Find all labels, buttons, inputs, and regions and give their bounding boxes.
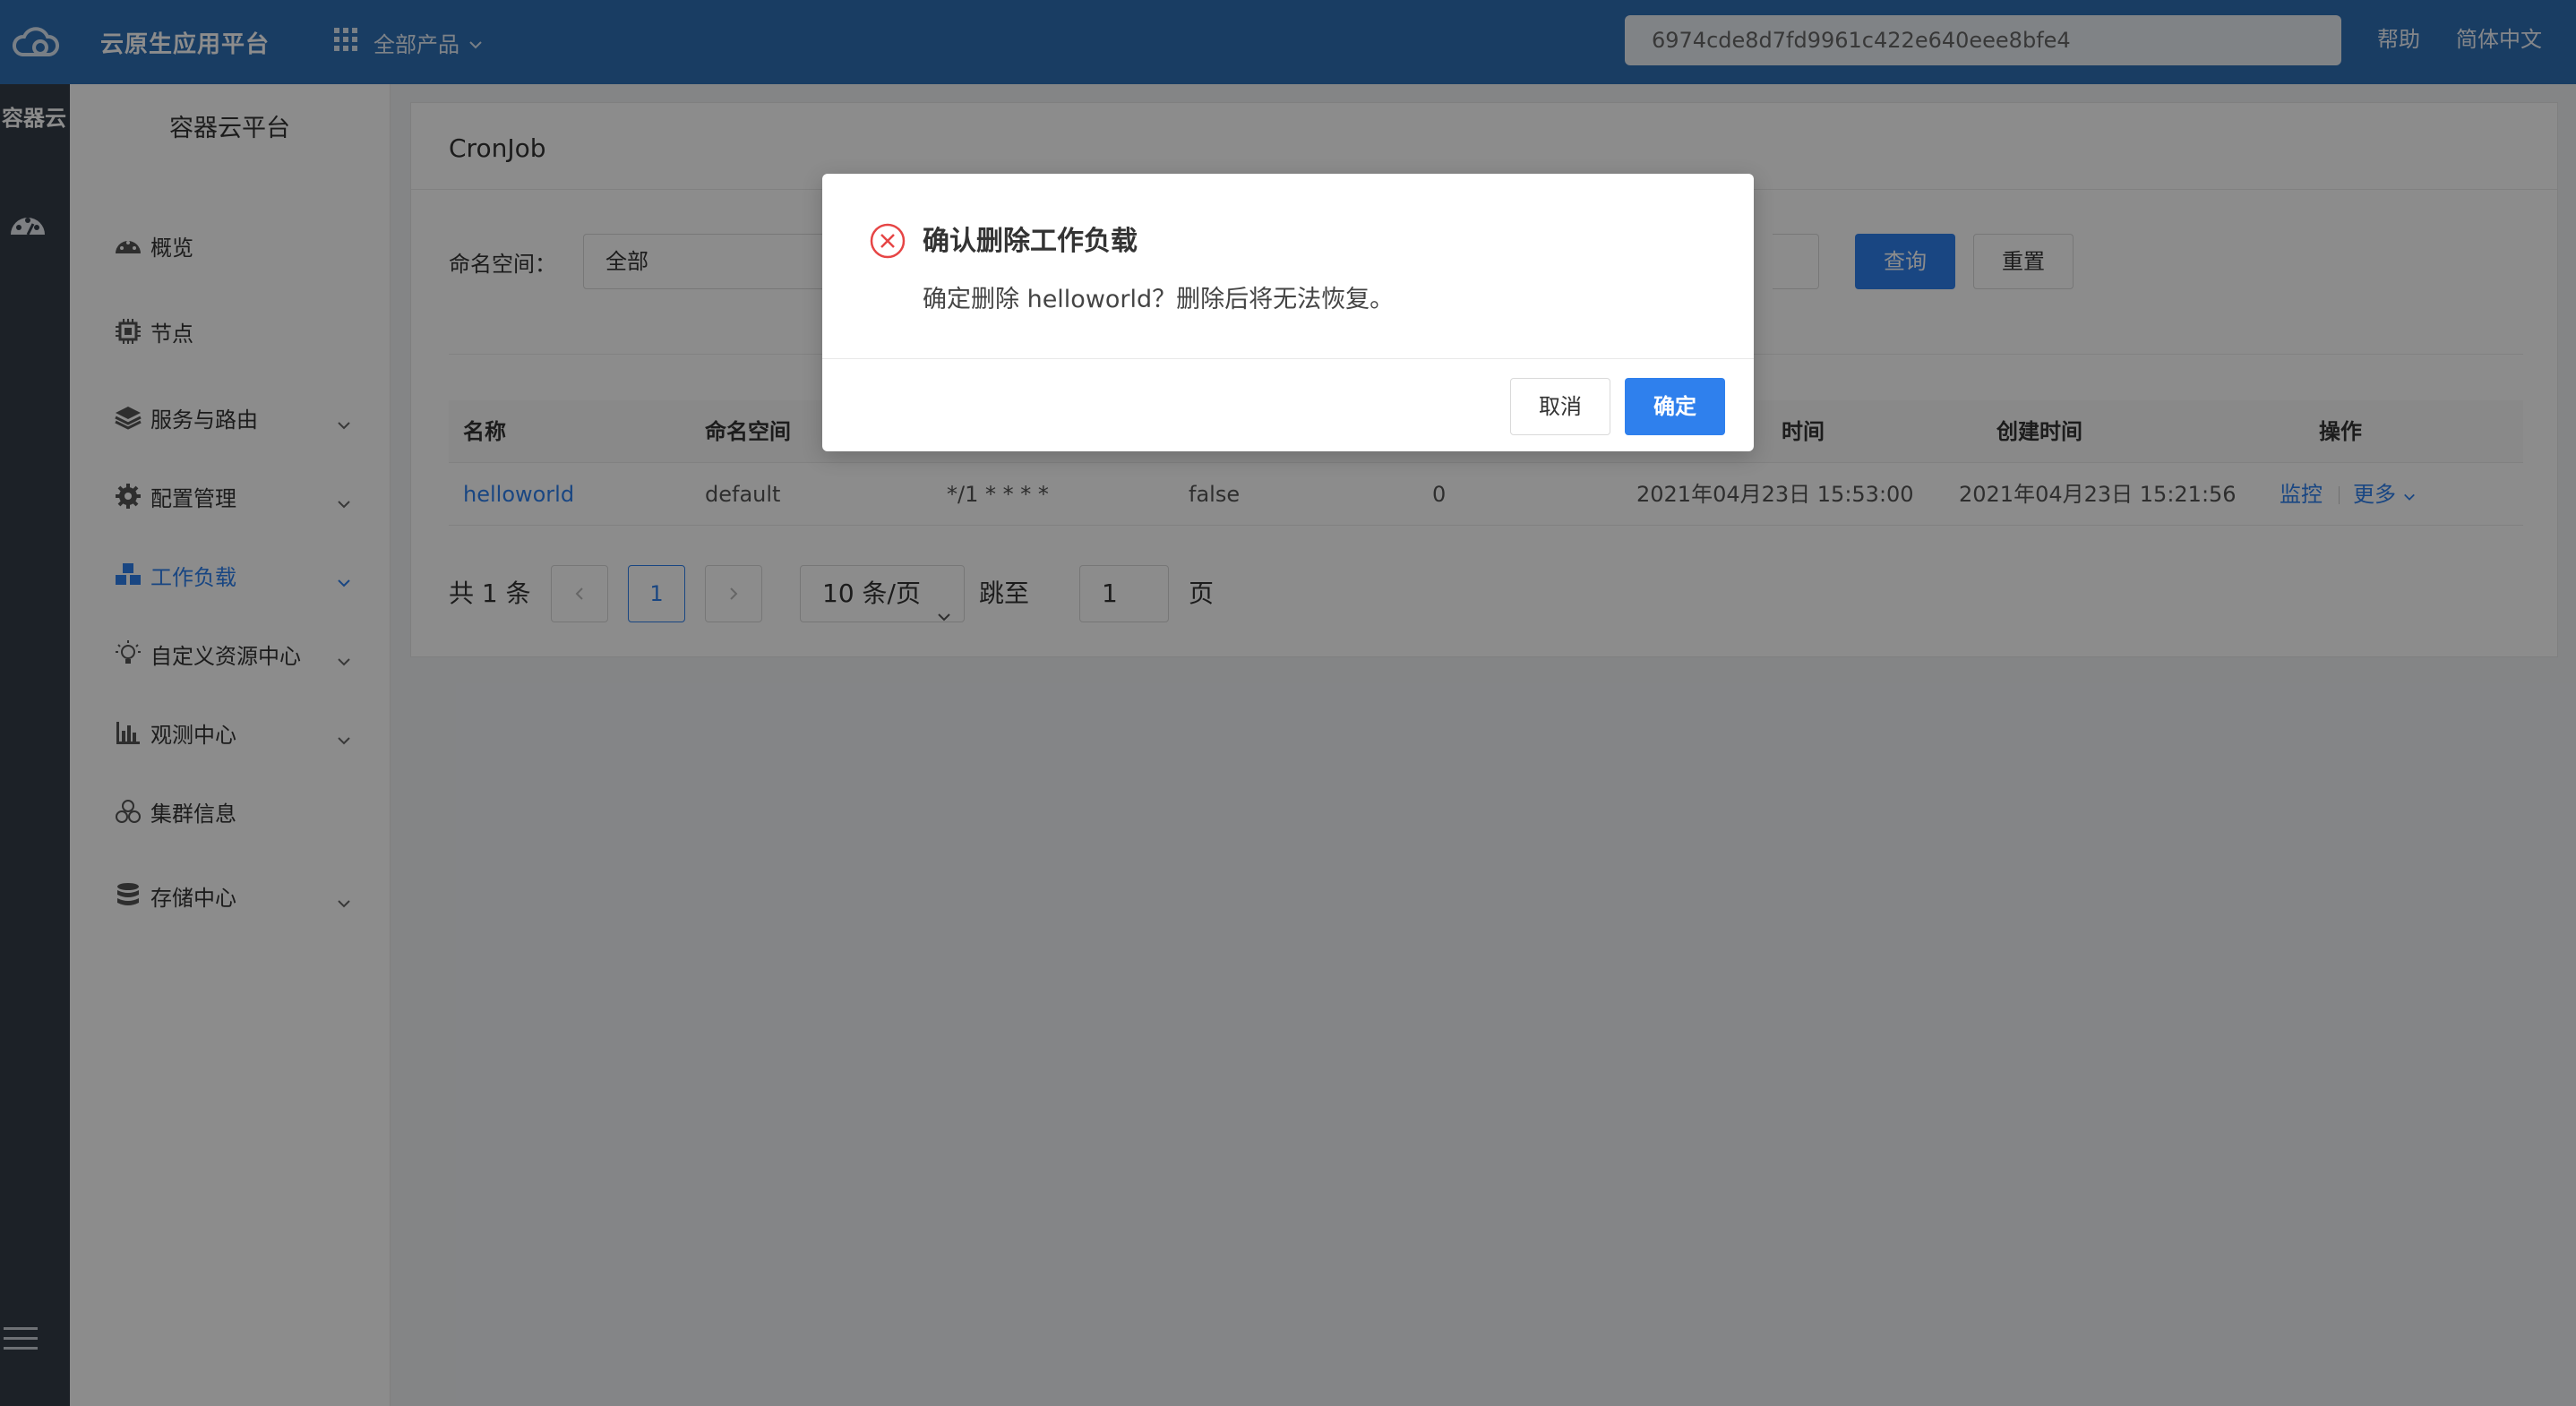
cancel-button[interactable]: 取消 xyxy=(1510,378,1610,435)
confirm-button[interactable]: 确定 xyxy=(1625,378,1725,435)
divider xyxy=(822,358,1754,359)
error-circle-icon xyxy=(869,222,906,263)
confirm-delete-dialog: 确认删除工作负载 确定删除 helloworld？删除后将无法恢复。 取消 确定 xyxy=(822,174,1754,451)
dialog-message: 确定删除 helloworld？删除后将无法恢复。 xyxy=(923,286,1395,313)
dialog-title: 确认删除工作负载 xyxy=(923,226,1138,257)
